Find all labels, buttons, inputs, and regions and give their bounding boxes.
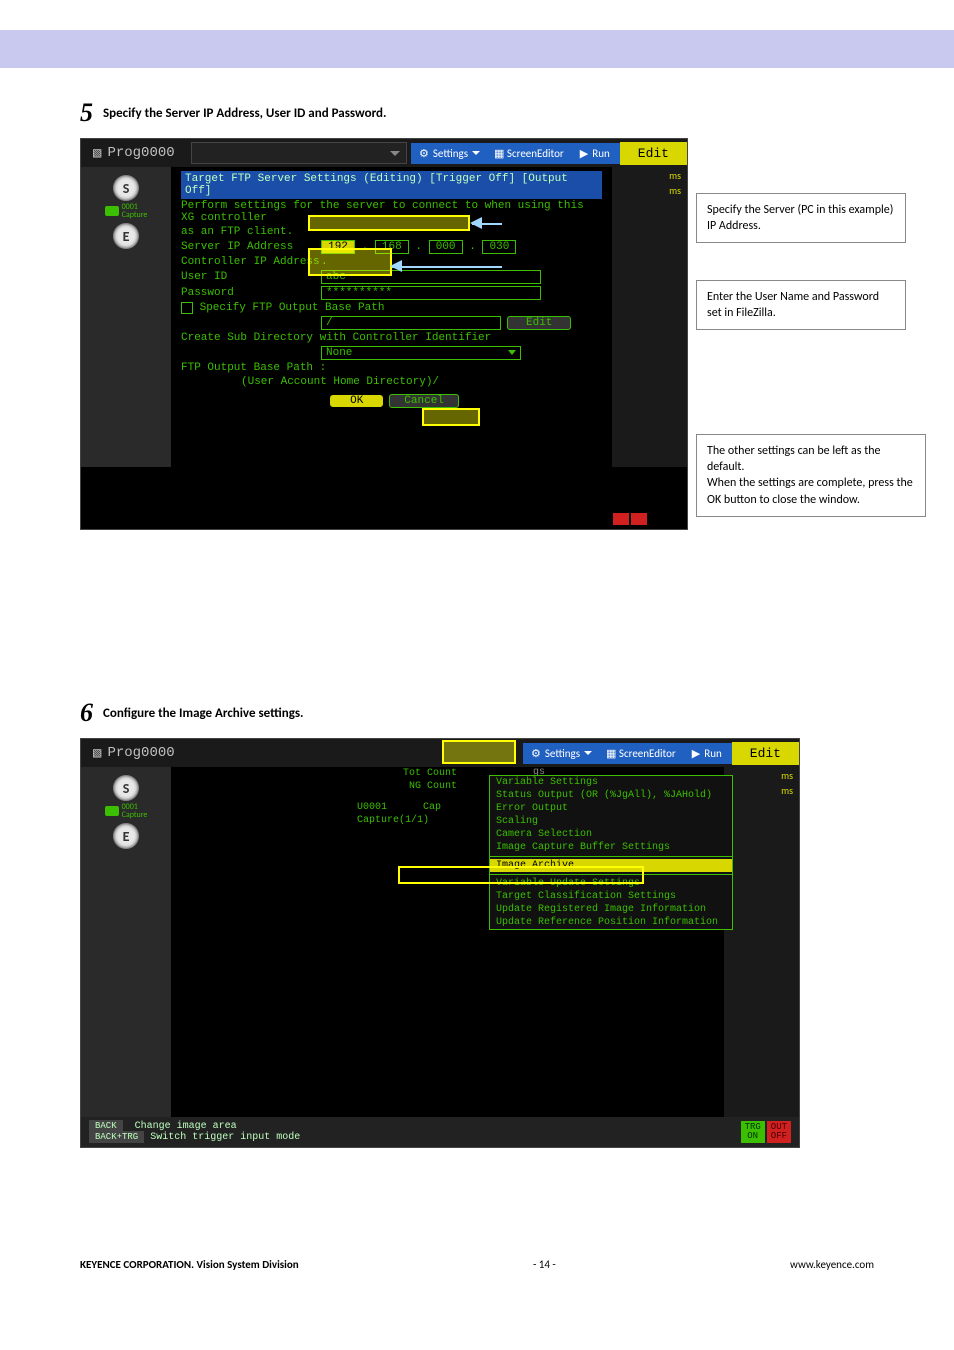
specify-base-checkbox[interactable] [181, 302, 193, 314]
save-icon: ▧ [93, 145, 101, 162]
run-button[interactable]: ▶Run [570, 143, 620, 164]
ms-label-2: ms [612, 182, 687, 197]
menu-item[interactable]: Update Registered Image Information [490, 903, 732, 916]
step-5-heading: 5 Specify the Server IP Address, User ID… [80, 98, 874, 128]
highlight-settings-btn [442, 740, 516, 764]
ms-label-1: ms [612, 167, 687, 182]
screenshot-2-wrap: ▧ Prog0000 ⚙Settings ▦ ScreenEditor ▶Run… [80, 738, 874, 1148]
settings-menu: Variable Settings Status Output (OR (%Jg… [489, 775, 733, 930]
step-5-text: Specify the Server IP Address, User ID a… [103, 106, 387, 121]
sidebar-e-button[interactable]: E [113, 223, 139, 249]
prog-label: Prog0000 [107, 145, 174, 161]
specify-base-label: Specify FTP Output Base Path [200, 302, 385, 314]
ctrl-ip-label: Controller IP Address [181, 256, 321, 268]
sub-dir-label: Create Sub Directory with Controller Ide… [181, 331, 602, 345]
menu-item[interactable]: Error Output [490, 802, 732, 815]
sidebar-2: S 0001Capture E [81, 767, 171, 1117]
ip-octet-4[interactable]: 030 [482, 240, 516, 254]
sidebar-e-button-2[interactable]: E [113, 823, 139, 849]
ip-octet-3[interactable]: 000 [429, 240, 463, 254]
ok-button[interactable]: OK [330, 395, 383, 407]
tot-count-label: Tot Count [357, 767, 457, 780]
menu-item[interactable]: Target Classification Settings [490, 890, 732, 903]
save-icon: ▧ [93, 745, 101, 762]
screen-editor-button-2[interactable]: ▦ ScreenEditor [600, 743, 682, 764]
ng-count-label: NG Count [357, 780, 457, 793]
footer-bar: BACK Change image area BACK+TRG Switch t… [81, 1117, 799, 1147]
callout-user: Enter the User Name and Password set in … [696, 280, 906, 330]
cancel-button[interactable]: Cancel [389, 394, 459, 408]
highlight-user-pw [308, 248, 392, 276]
sidebar-s-button-2[interactable]: S [113, 775, 139, 801]
prog-selector-2[interactable]: ▧ Prog0000 [81, 743, 187, 764]
step-6-heading: 6 Configure the Image Archive settings. [80, 698, 874, 728]
sidebar-capture[interactable]: 0001Capture [81, 203, 171, 219]
out-off-indicator: OUT OFF [767, 1121, 791, 1143]
main-panel: Target FTP Server Settings (Editing) [Tr… [171, 167, 612, 467]
unit-label: U0001 [357, 802, 387, 813]
highlight-ip [308, 215, 470, 231]
right-column: ms ms [612, 167, 687, 467]
sub-dir-select[interactable]: None [321, 346, 521, 360]
footer-page-number: - 14 - [533, 1258, 556, 1271]
ftp-settings-dialog: Target FTP Server Settings (Editing) [Tr… [171, 167, 612, 418]
capture-label: Capture(1/1) [357, 814, 457, 827]
edit-mode-button[interactable]: Edit [620, 142, 687, 165]
sidebar: S 0001Capture E [81, 167, 171, 467]
prog-label-2: Prog0000 [107, 745, 174, 761]
step-5-number: 5 [80, 98, 93, 128]
prog-selector[interactable]: ▧ Prog0000 [81, 143, 187, 164]
page-header-bar [0, 30, 954, 68]
highlight-ok [422, 408, 480, 426]
base-path-label: FTP Output Base Path : [181, 361, 602, 375]
edit-mode-button-2[interactable]: Edit [732, 742, 799, 765]
server-ip-label: Server IP Address [181, 241, 321, 253]
password-input[interactable]: ********** [321, 286, 541, 300]
menu-item[interactable]: Image Capture Buffer Settings [490, 841, 732, 854]
step-6-text: Configure the Image Archive settings. [103, 706, 304, 721]
callout-other: The other settings can be left as the de… [696, 434, 926, 517]
camera-icon [105, 206, 119, 216]
menu-item[interactable]: Variable Settings [490, 776, 732, 789]
ms-label-3: ms [724, 767, 799, 782]
run-button-2[interactable]: ▶Run [682, 743, 732, 764]
menu-item[interactable]: Update Reference Position Information [490, 916, 732, 929]
base-path-value: (User Account Home Directory)/ [181, 375, 602, 389]
right-column-2: ms ms [724, 767, 799, 1117]
menu-item[interactable]: Scaling [490, 815, 732, 828]
settings-button-2[interactable]: ⚙Settings [523, 743, 600, 764]
highlight-image-archive [398, 866, 644, 884]
user-id-label: User ID [181, 271, 321, 283]
callout-ip: Specify the Server (PC in this example) … [696, 193, 906, 243]
footer-left: KEYENCE CORPORATION. Vision System Divis… [80, 1258, 299, 1271]
back-trg-badge: BACK+TRG [89, 1131, 144, 1143]
info-column: Tot Count NG Count U0001 Cap Capture(1/1… [357, 767, 457, 827]
mid-dropdown[interactable] [191, 142, 407, 164]
dialog-title: Target FTP Server Settings (Editing) [Tr… [181, 171, 602, 199]
camera-icon [105, 806, 119, 816]
password-label: Password [181, 287, 321, 299]
sidebar-capture-2[interactable]: 0001Capture [81, 803, 171, 819]
ms-label-4: ms [724, 782, 799, 797]
main-panel-2: Tot Count NG Count U0001 Cap Capture(1/1… [171, 767, 724, 1117]
menu-item[interactable]: Camera Selection [490, 828, 732, 841]
screenshot-1-wrap: ▧ Prog0000 ⚙Settings ▦ ScreenEditor ▶Run… [80, 138, 874, 538]
base-path-input[interactable]: / [321, 316, 501, 330]
edit-path-button[interactable]: Edit [507, 316, 571, 330]
settings-button[interactable]: ⚙Settings [411, 143, 488, 164]
sidebar-s-button[interactable]: S [113, 175, 139, 201]
menu-item[interactable]: Status Output (OR (%JgAll), %JAHold) [490, 789, 732, 802]
page-footer: KEYENCE CORPORATION. Vision System Divis… [0, 1198, 954, 1291]
app-titlebar: ▧ Prog0000 ⚙Settings ▦ ScreenEditor ▶Run… [81, 139, 687, 167]
app-titlebar-2: ▧ Prog0000 ⚙Settings ▦ ScreenEditor ▶Run… [81, 739, 799, 767]
screen-editor-button[interactable]: ▦ ScreenEditor [488, 143, 570, 164]
trg-on-indicator: TRG ON [741, 1121, 765, 1143]
status-bar [81, 509, 687, 529]
footer-right: www.keyence.com [790, 1258, 874, 1271]
step-6-number: 6 [80, 698, 93, 728]
